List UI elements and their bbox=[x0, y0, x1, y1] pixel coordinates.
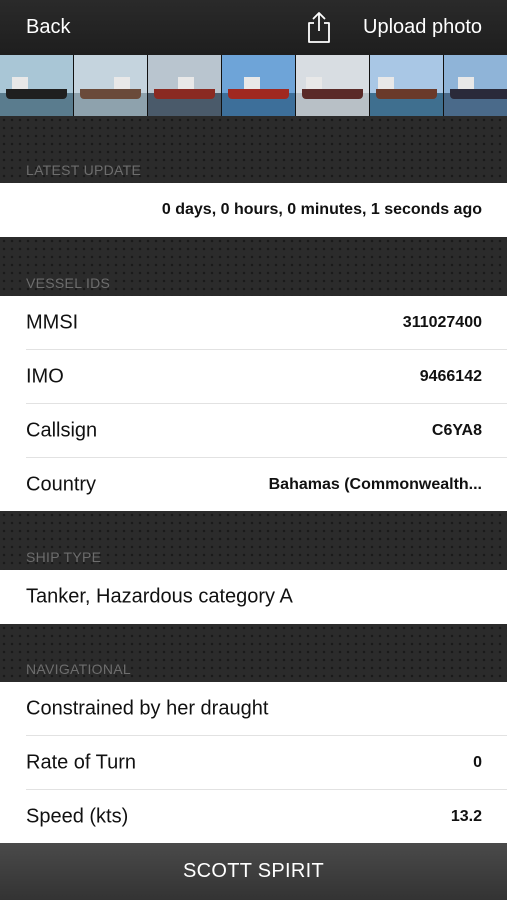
share-icon[interactable] bbox=[305, 10, 333, 44]
imo-label: IMO bbox=[26, 365, 64, 388]
rate-of-turn-value: 0 bbox=[473, 754, 482, 771]
callsign-value: C6YA8 bbox=[431, 422, 482, 439]
latest-update-value: 0 days, 0 hours, 0 minutes, 1 seconds ag… bbox=[161, 201, 482, 218]
country-row: Country Bahamas (Commonwealth... bbox=[0, 458, 507, 511]
rate-of-turn-label: Rate of Turn bbox=[26, 751, 137, 774]
section-header-ship-type: SHIP TYPE bbox=[0, 511, 507, 570]
section-label: NAVIGATIONAL bbox=[26, 661, 131, 677]
vessel-photo[interactable] bbox=[148, 55, 221, 116]
country-value: Bahamas (Commonwealth... bbox=[268, 475, 482, 493]
back-button[interactable]: Back bbox=[26, 16, 70, 39]
callsign-label: Callsign bbox=[26, 419, 98, 442]
latest-update-row: 0 days, 0 hours, 0 minutes, 1 seconds ag… bbox=[0, 183, 507, 237]
mmsi-label: MMSI bbox=[26, 311, 79, 334]
section-label: LATEST UPDATE bbox=[26, 162, 142, 178]
mmsi-value: 311027400 bbox=[402, 314, 482, 331]
speed-row: Speed (kts) 13.2 bbox=[0, 790, 507, 843]
nav-status-value: Constrained by her draught bbox=[26, 697, 269, 720]
vessel-photo[interactable] bbox=[74, 55, 147, 116]
section-header-vessel-ids: VESSEL IDS bbox=[0, 237, 507, 296]
vessel-photo[interactable] bbox=[0, 55, 73, 116]
vessel-photo[interactable] bbox=[222, 55, 295, 116]
upload-photo-button[interactable]: Upload photo bbox=[363, 16, 482, 39]
vessel-photo[interactable] bbox=[296, 55, 369, 116]
vessel-photo[interactable] bbox=[444, 55, 507, 116]
ship-type-value: Tanker, Hazardous category A bbox=[26, 585, 293, 608]
section-header-latest-update: LATEST UPDATE bbox=[0, 116, 507, 183]
ship-type-row: Tanker, Hazardous category A bbox=[0, 570, 507, 624]
country-label: Country bbox=[26, 473, 97, 495]
imo-row: IMO 9466142 bbox=[0, 350, 507, 404]
vessel-name-bar[interactable]: SCOTT SPIRIT bbox=[0, 843, 507, 900]
mmsi-row: MMSI 311027400 bbox=[0, 296, 507, 350]
section-header-navigational: NAVIGATIONAL bbox=[0, 624, 507, 682]
speed-value: 13.2 bbox=[450, 807, 482, 825]
speed-label: Speed (kts) bbox=[26, 805, 129, 827]
nav-bar: Back Upload photo bbox=[0, 0, 507, 55]
section-label: VESSEL IDS bbox=[26, 275, 111, 291]
vessel-photo[interactable] bbox=[370, 55, 443, 116]
callsign-row: Callsign C6YA8 bbox=[0, 404, 507, 458]
imo-value: 9466142 bbox=[419, 368, 482, 385]
rate-of-turn-row: Rate of Turn 0 bbox=[0, 736, 507, 790]
nav-status-row: Constrained by her draught bbox=[0, 682, 507, 736]
vessel-name: SCOTT SPIRIT bbox=[182, 860, 325, 882]
section-label: SHIP TYPE bbox=[26, 549, 102, 565]
photo-strip[interactable] bbox=[0, 55, 507, 116]
